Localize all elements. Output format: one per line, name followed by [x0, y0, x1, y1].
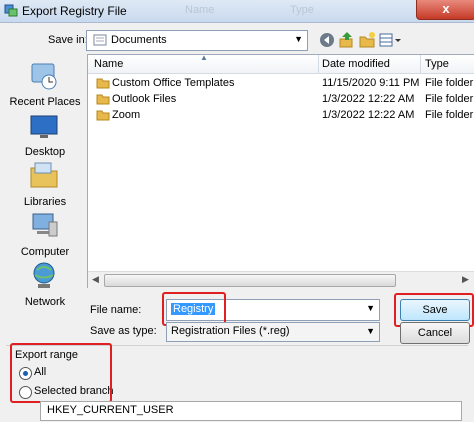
file-date: 11/15/2020 9:11 PM [322, 77, 420, 89]
up-folder-icon[interactable] [338, 31, 356, 49]
file-date: 1/3/2022 12:22 AM [322, 109, 415, 121]
list-item[interactable]: Zoom 1/3/2022 12:22 AM File folder [88, 107, 474, 123]
cancel-button[interactable]: Cancel [400, 322, 470, 344]
file-name: Zoom [112, 109, 141, 121]
scroll-right-icon[interactable]: ▶ [462, 274, 469, 285]
scroll-left-icon[interactable]: ◀ [92, 274, 99, 285]
file-name: Outlook Files [112, 93, 177, 105]
place-label: Computer [20, 246, 70, 258]
chevron-down-icon: ▼ [294, 34, 303, 44]
back-icon[interactable] [318, 31, 336, 49]
background-column-header: Type [290, 4, 314, 16]
file-list-header: Name ▲ Date modified Type [88, 53, 474, 74]
computer-icon [32, 213, 58, 237]
save-as-type-label: Save as type: [90, 325, 157, 337]
save-as-type-dropdown[interactable]: Registration Files (*.reg) ▼ [166, 322, 380, 342]
place-label: Network [24, 296, 66, 308]
highlight-box [10, 343, 112, 403]
save-in-value: Documents [111, 34, 167, 46]
place-label: Recent Places [9, 96, 81, 108]
column-header-name[interactable]: Name [94, 58, 123, 70]
save-in-dropdown[interactable]: Documents ▼ [86, 30, 308, 51]
file-date: 1/3/2022 12:22 AM [322, 93, 415, 105]
documents-folder-icon [93, 34, 107, 46]
libraries-icon [30, 162, 58, 188]
list-item[interactable]: Outlook Files 1/3/2022 12:22 AM File fol… [88, 91, 474, 107]
window-title: Export Registry File [22, 4, 127, 18]
save-in-label: Save in: [48, 34, 88, 46]
highlight-box [162, 292, 226, 326]
chevron-down-icon[interactable]: ▼ [366, 303, 375, 313]
network-icon [33, 262, 55, 288]
file-name: Custom Office Templates [112, 77, 235, 89]
places-bar: Recent Places Desktop Libraries Computer… [6, 54, 82, 310]
folder-icon [96, 94, 110, 105]
place-label: Libraries [23, 196, 67, 208]
regedit-app-icon [4, 4, 18, 17]
column-header-date-modified[interactable]: Date modified [322, 58, 390, 70]
file-type: File folder [425, 77, 474, 89]
scrollbar-thumb[interactable] [104, 274, 396, 287]
title-bar[interactable]: Export Registry File Name Type x [0, 0, 474, 23]
desktop-icon [30, 115, 58, 138]
horizontal-scrollbar[interactable]: ◀ ▶ [88, 271, 474, 288]
folder-icon [96, 78, 110, 89]
selected-branch-input[interactable]: HKEY_CURRENT_USER [40, 401, 462, 421]
new-folder-icon[interactable] [358, 31, 376, 49]
file-name-label: File name: [90, 304, 142, 316]
list-item[interactable]: Custom Office Templates 11/15/2020 9:11 … [88, 75, 474, 91]
sort-ascending-icon: ▲ [200, 53, 208, 62]
close-icon: x [442, 1, 450, 16]
close-button[interactable]: x [416, 0, 474, 20]
folder-icon [96, 110, 110, 121]
file-list[interactable]: Name ▲ Date modified Type Custom Office … [87, 53, 474, 288]
selected-branch-value: HKEY_CURRENT_USER [47, 404, 174, 416]
chevron-down-icon: ▼ [366, 326, 375, 336]
recent-places-icon [31, 63, 57, 90]
column-header-type[interactable]: Type [425, 58, 449, 70]
view-menu-icon[interactable] [378, 31, 402, 49]
file-type: File folder [425, 109, 474, 121]
background-column-header: Name [185, 4, 215, 16]
place-label: Desktop [24, 146, 66, 158]
save-as-type-value: Registration Files (*.reg) [171, 325, 290, 337]
file-type: File folder [425, 93, 474, 105]
